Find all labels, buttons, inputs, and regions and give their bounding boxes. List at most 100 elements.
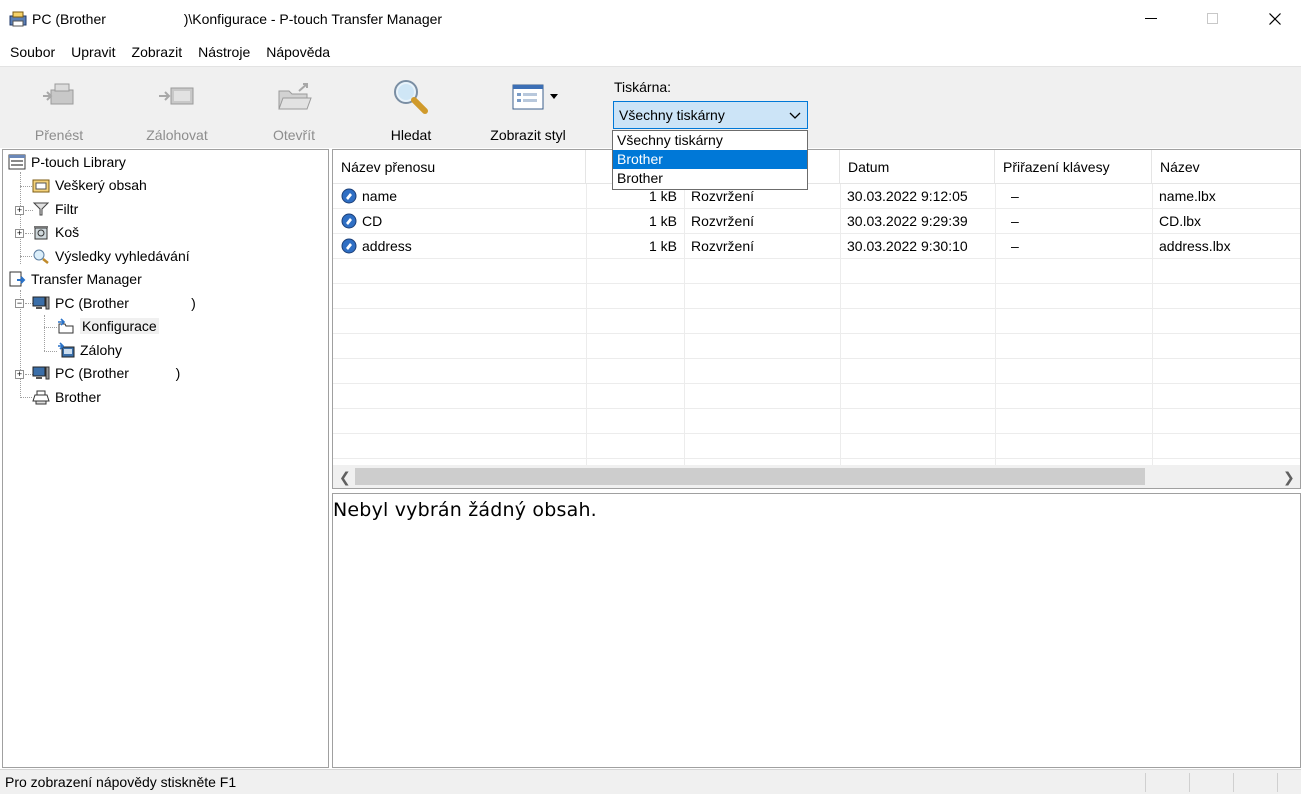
expand-filter-toggle[interactable]: + [15, 206, 24, 215]
search-results-icon [33, 249, 49, 264]
minimize-icon [1145, 18, 1157, 19]
table-row[interactable]: name 1 kB Rozvržení 30.03.2022 9:12:05 –… [333, 184, 1300, 209]
maximize-icon [1207, 13, 1218, 24]
maximize-button[interactable] [1182, 0, 1244, 38]
tree-item-configurations[interactable]: Konfigurace [57, 315, 159, 337]
list-header: Název přenosu Datum Přiřazení klávesy Ná… [333, 150, 1300, 184]
row-transfer-name: CD [362, 213, 383, 229]
close-icon [1269, 13, 1281, 25]
expand-pc2-toggle[interactable]: + [15, 370, 24, 379]
printer-dropdown-list: Všechny tiskárny Brother Brother [612, 130, 808, 190]
backups-icon [58, 342, 75, 358]
tree-item-library[interactable]: P-touch Library [8, 151, 126, 173]
row-transfer-name: name [362, 188, 398, 204]
row-date: 30.03.2022 9:12:05 [847, 188, 968, 204]
tree-item-search-results[interactable]: Výsledky vyhledávání [32, 245, 190, 267]
app-icon[interactable] [8, 10, 28, 28]
empty-row [333, 434, 1300, 459]
menu-edit[interactable]: Upravit [63, 38, 123, 66]
row-key: – [1011, 188, 1019, 204]
empty-row [333, 384, 1300, 409]
status-help-text: Pro zobrazení nápovědy stiskněte F1 [5, 774, 237, 790]
row-key: – [1011, 238, 1019, 254]
computer-icon [32, 296, 50, 310]
tree-item-filter[interactable]: Filtr [32, 198, 78, 220]
row-file-name: CD.lbx [1159, 213, 1202, 229]
menu-bar: Soubor Upravit Zobrazit Nástroje Nápověd… [0, 38, 1301, 66]
search-button[interactable]: Hledat [380, 77, 442, 143]
open-folder-icon [278, 83, 312, 110]
column-header-key-assignment[interactable]: Přiřazení klávesy [995, 150, 1152, 184]
row-transfer-name: address [362, 238, 412, 254]
status-bar: Pro zobrazení nápovědy stiskněte F1 [0, 769, 1301, 794]
all-content-icon [32, 179, 50, 193]
printer-option-brother-2[interactable]: Brother [613, 169, 807, 188]
transfer-list: Název přenosu Datum Přiřazení klávesy Ná… [332, 149, 1301, 489]
search-label: Hledat [390, 127, 432, 143]
close-button[interactable] [1244, 0, 1301, 38]
tree-item-pc1[interactable]: PC (Brother ) [32, 292, 196, 314]
tree-item-trash[interactable]: Koš [32, 221, 79, 243]
preview-empty-message: Nebyl vybrán žádný obsah. [333, 499, 597, 521]
expand-trash-toggle[interactable]: + [15, 229, 24, 238]
table-row[interactable]: address 1 kB Rozvržení 30.03.2022 9:30:1… [333, 234, 1300, 259]
printer-select-value: Všechny tiskárny [619, 107, 725, 123]
column-header-date[interactable]: Datum [840, 150, 995, 184]
tree-item-transfer-manager[interactable]: Transfer Manager [8, 268, 142, 290]
row-type: Rozvržení [691, 238, 755, 254]
dropdown-arrow-icon [550, 94, 558, 99]
open-label: Otevřít [272, 127, 315, 143]
menu-help[interactable]: Nápověda [258, 38, 338, 66]
collapse-pc1-toggle[interactable]: − [15, 299, 24, 308]
tree-item-pc2[interactable]: PC (Brother ) [32, 362, 180, 384]
scrollbar-thumb[interactable] [355, 468, 1145, 485]
scroll-right-icon[interactable]: ❯ [1283, 469, 1295, 486]
printer-option-brother-1[interactable]: Brother [613, 150, 807, 169]
backup-label: Zálohovat [146, 127, 208, 143]
layout-file-icon [341, 188, 357, 204]
menu-view[interactable]: Zobrazit [124, 38, 191, 66]
empty-row [333, 259, 1300, 284]
row-date: 30.03.2022 9:29:39 [847, 213, 968, 229]
backup-icon [159, 87, 194, 105]
transfer-label: Přenést [34, 127, 84, 143]
empty-row [333, 309, 1300, 334]
layout-file-icon [341, 213, 357, 229]
view-style-icon [512, 84, 558, 110]
column-header-transfer-name[interactable]: Název přenosu [333, 150, 586, 184]
open-button[interactable]: Otevřít [262, 77, 326, 143]
row-key: – [1011, 213, 1019, 229]
empty-row [333, 409, 1300, 434]
row-file-name: address.lbx [1159, 238, 1231, 254]
trash-icon [34, 226, 48, 240]
scroll-left-icon[interactable]: ❮ [339, 469, 351, 486]
view-style-button[interactable]: Zobrazit styl [482, 77, 574, 143]
computer-icon [32, 366, 50, 380]
printer-option-all[interactable]: Všechny tiskárny [613, 131, 807, 150]
printer-select[interactable]: Všechny tiskárny [613, 101, 808, 129]
library-icon [8, 154, 26, 170]
transfer-button[interactable]: Přenést [28, 77, 90, 143]
printer-label: Tiskárna: [614, 79, 672, 95]
preview-pane: Nebyl vybrán žádný obsah. [332, 493, 1301, 768]
configurations-icon [58, 318, 74, 334]
minimize-button[interactable] [1120, 0, 1182, 38]
row-type: Rozvržení [691, 213, 755, 229]
menu-tools[interactable]: Nástroje [190, 38, 258, 66]
tree-item-brother[interactable]: Brother [32, 386, 101, 408]
menu-file[interactable]: Soubor [2, 38, 63, 66]
row-date: 30.03.2022 9:30:10 [847, 238, 968, 254]
transfer-manager-icon [9, 271, 26, 287]
horizontal-scrollbar[interactable]: ❮ ❯ [333, 465, 1300, 488]
view-style-label: Zobrazit styl [490, 127, 566, 143]
chevron-down-icon [789, 112, 801, 119]
tree-pane: + + − + P-touch Library Veškerý obsah Fi… [2, 149, 329, 768]
search-icon [394, 80, 428, 114]
filter-icon [32, 202, 50, 216]
tree-item-all-content[interactable]: Veškerý obsah [32, 174, 147, 196]
tree-item-backups[interactable]: Zálohy [57, 339, 122, 361]
row-file-name: name.lbx [1159, 188, 1216, 204]
table-row[interactable]: CD 1 kB Rozvržení 30.03.2022 9:29:39 – C… [333, 209, 1300, 234]
column-header-file-name[interactable]: Název [1152, 150, 1300, 184]
backup-button[interactable]: Zálohovat [140, 77, 214, 143]
